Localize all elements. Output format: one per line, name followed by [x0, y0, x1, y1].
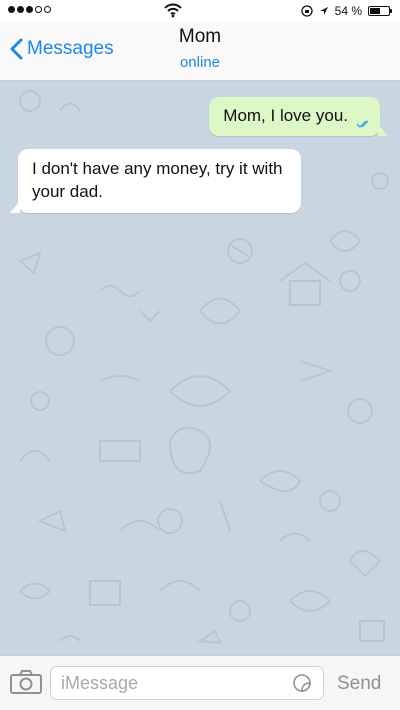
send-button[interactable]: Send: [337, 673, 381, 695]
contact-name[interactable]: Mom: [0, 26, 400, 48]
double-check-icon: [356, 120, 369, 129]
bubble-tail: [378, 124, 388, 136]
message-text: Mom, I love you.: [223, 106, 348, 125]
signal-strength-icon: [8, 6, 51, 13]
camera-button[interactable]: [10, 670, 42, 699]
message-input[interactable]: [50, 666, 324, 700]
battery-icon: [368, 6, 392, 16]
message-input-bar: Send: [0, 655, 400, 710]
wifi-icon: [164, 2, 182, 21]
bubble-tail: [10, 201, 20, 213]
message-bubble-outgoing[interactable]: Mom, I love you.: [209, 97, 388, 136]
location-arrow-icon: [319, 7, 328, 15]
status-right-group: 54 %: [300, 4, 392, 18]
battery-percent: 54 %: [334, 4, 362, 18]
contact-status: online: [179, 54, 221, 71]
rotation-lock-icon: [300, 5, 313, 17]
chat-screen: 54 % Messages Mom online Mom, I love you…: [0, 0, 400, 710]
chat-area[interactable]: Mom, I love you. I don't have any money,…: [0, 81, 400, 655]
status-bar: 54 %: [0, 0, 400, 22]
message-bubble-incoming[interactable]: I don't have any money, try it with your…: [10, 149, 301, 213]
message-text: I don't have any money, try it with your…: [32, 159, 283, 201]
sticker-icon: [293, 674, 311, 692]
navigation-bar: Messages Mom online: [0, 22, 400, 81]
camera-icon: [10, 670, 42, 694]
sticker-button[interactable]: [292, 673, 312, 698]
